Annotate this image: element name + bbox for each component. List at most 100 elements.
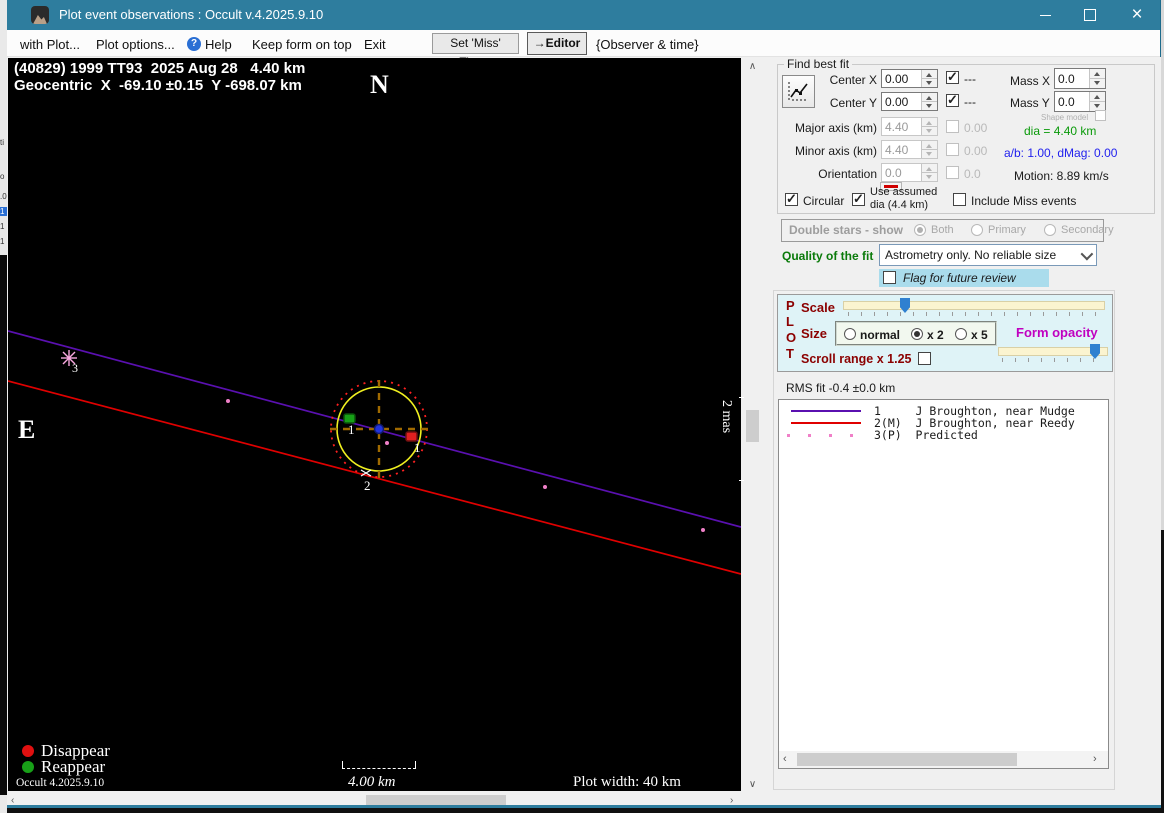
- spin-up[interactable]: [1090, 92, 1105, 102]
- center-y-value[interactable]: 0.00: [882, 95, 921, 109]
- menu-keep-on-top[interactable]: Keep form on top: [252, 37, 352, 52]
- mass-x-spinner[interactable]: 0.0: [1054, 68, 1106, 89]
- scroll-up-arrow[interactable]: ∧: [744, 61, 761, 72]
- use-assumed-checkbox[interactable]: [852, 191, 865, 207]
- list-hscrollbar[interactable]: ‹ ›: [779, 751, 1108, 768]
- mass-x-label: Mass X: [1010, 74, 1051, 88]
- flag-review-label: Flag for future review: [903, 271, 1016, 285]
- center-x-value[interactable]: 0.00: [882, 72, 921, 86]
- scroll-range-label: Scroll range x 1.25: [801, 352, 912, 366]
- list-scroll-left-arrow[interactable]: ‹: [783, 753, 787, 765]
- set-miss-times-button[interactable]: Set 'Miss' Times: [432, 33, 519, 69]
- chord1-disappear-label: 1: [414, 440, 421, 455]
- spin-up[interactable]: [922, 70, 937, 79]
- occultation-plot[interactable]: (40829) 1999 TT93 2025 Aug 28 4.40 km Ge…: [8, 58, 746, 791]
- size-x2-label: x 2: [927, 328, 944, 342]
- window-bottom-border: [7, 805, 1161, 808]
- spin-down[interactable]: [1090, 79, 1105, 88]
- minor-axis-checkbox[interactable]: [946, 143, 959, 156]
- center-x-checkbox[interactable]: [946, 69, 959, 85]
- predicted-swatch: [787, 434, 871, 437]
- secondary-radio[interactable]: [1044, 224, 1056, 236]
- opacity-slider-thumb[interactable]: [1090, 344, 1100, 359]
- mas-scale-label: 2 mas: [719, 400, 734, 434]
- orientation-checkbox[interactable]: [946, 166, 959, 179]
- help-icon[interactable]: ?: [187, 37, 201, 51]
- app-icon: [31, 6, 49, 24]
- window-title: Plot event observations : Occult v.4.202…: [59, 7, 324, 22]
- plot-vscrollbar[interactable]: ∧ ∨: [744, 58, 761, 794]
- close-button[interactable]: ×: [1120, 0, 1154, 30]
- minimize-button[interactable]: [1028, 0, 1062, 30]
- mass-y-value[interactable]: 0.0: [1055, 95, 1089, 109]
- bg-fragment: 1: [0, 237, 5, 246]
- flag-review-checkbox[interactable]: [883, 271, 896, 284]
- menu-exit[interactable]: Exit: [364, 37, 386, 52]
- include-miss-label: Include Miss events: [971, 194, 1077, 208]
- menu-help[interactable]: Help: [205, 37, 232, 52]
- chord2-line: [8, 380, 741, 575]
- scroll-down-arrow[interactable]: ∨: [744, 779, 761, 790]
- motion-label: Motion: 8.89 km/s: [1014, 169, 1109, 183]
- maximize-button[interactable]: [1073, 0, 1107, 30]
- scale-slider-thumb[interactable]: [900, 298, 910, 313]
- both-radio[interactable]: [914, 224, 926, 236]
- size-normal-label: normal: [860, 328, 901, 342]
- mass-y-spinner[interactable]: 0.0: [1054, 91, 1106, 112]
- plot-letter-l: L: [786, 314, 794, 329]
- size-x5-label: x 5: [971, 328, 988, 342]
- legend-reappear: Reappear: [41, 757, 106, 776]
- bg-dark-area: [0, 255, 7, 795]
- primary-radio[interactable]: [971, 224, 983, 236]
- size-x5-radio[interactable]: [955, 328, 967, 340]
- minor-axis-value: 4.40: [885, 142, 909, 157]
- bg-fragment: .0: [0, 192, 7, 201]
- spin-up[interactable]: [922, 93, 937, 102]
- menu-with-plot[interactable]: with Plot...: [20, 37, 80, 52]
- scale-bar-label: 4.00 km: [348, 774, 396, 790]
- major-axis-checkbox[interactable]: [946, 120, 959, 133]
- vscroll-thumb[interactable]: [746, 410, 759, 442]
- quality-select[interactable]: Astrometry only. No reliable size: [879, 244, 1097, 266]
- chord2-label: 2: [364, 478, 371, 493]
- quality-value: Astrometry only. No reliable size: [885, 248, 1057, 262]
- list-hscroll-thumb[interactable]: [797, 753, 1017, 766]
- minor-axis-spinner: 4.40: [881, 140, 938, 159]
- observation-row[interactable]: 3(P) Predicted: [874, 428, 978, 442]
- mass-x-value[interactable]: 0.0: [1055, 72, 1089, 86]
- orientation-err: 0.0: [964, 167, 981, 181]
- plot-version-label: Occult 4.2025.9.10: [16, 777, 105, 789]
- plot-letter-t: T: [786, 346, 794, 361]
- circular-checkbox[interactable]: [785, 191, 798, 207]
- bg-fragment: o: [0, 172, 5, 181]
- plot-title-line2: Geocentric X -69.10 ±0.15 Y -698.07 km: [14, 77, 302, 94]
- major-axis-spinner: 4.40: [881, 117, 938, 136]
- scale-slider-track[interactable]: [843, 301, 1105, 310]
- menu-plot-options[interactable]: Plot options...: [96, 37, 175, 52]
- titlebar[interactable]: Plot event observations : Occult v.4.202…: [7, 0, 1160, 30]
- size-x2-radio[interactable]: [911, 328, 923, 340]
- opacity-slider-ticks: [1002, 358, 1104, 362]
- scroll-range-checkbox[interactable]: [918, 352, 931, 365]
- minor-axis-label: Minor axis (km): [794, 144, 877, 158]
- list-scroll-right-arrow[interactable]: ›: [1093, 753, 1097, 765]
- spin-down[interactable]: [922, 102, 937, 110]
- shape-model-label: Shape model: [1041, 113, 1089, 122]
- center-y-checkbox[interactable]: [946, 92, 959, 108]
- major-axis-err: 0.00: [964, 121, 988, 135]
- include-miss-checkbox[interactable]: [953, 193, 966, 206]
- shape-model-checkbox[interactable]: [1095, 110, 1106, 121]
- scale-slider-ticks: [848, 312, 1101, 316]
- right-panel: Find best fit Center X 0.00 --- Mass X 0…: [764, 57, 1161, 808]
- observer-time-label: {Observer & time}: [596, 37, 699, 52]
- editor-button[interactable]: →Editor: [527, 32, 587, 55]
- size-normal-radio[interactable]: [844, 328, 856, 340]
- plot-controls-box: P L O T Scale Size normal x 2 x 5 Form o…: [777, 294, 1113, 372]
- observations-list[interactable]: 1 J Broughton, near Mudge 2(M) J Brought…: [778, 399, 1109, 769]
- spin-down[interactable]: [922, 79, 937, 87]
- center-x-spinner[interactable]: 0.00: [881, 69, 938, 88]
- center-y-spinner[interactable]: 0.00: [881, 92, 938, 111]
- spin-up[interactable]: [1090, 69, 1105, 79]
- center-x-label: Center X: [829, 73, 877, 87]
- primary-label: Primary: [988, 224, 1026, 236]
